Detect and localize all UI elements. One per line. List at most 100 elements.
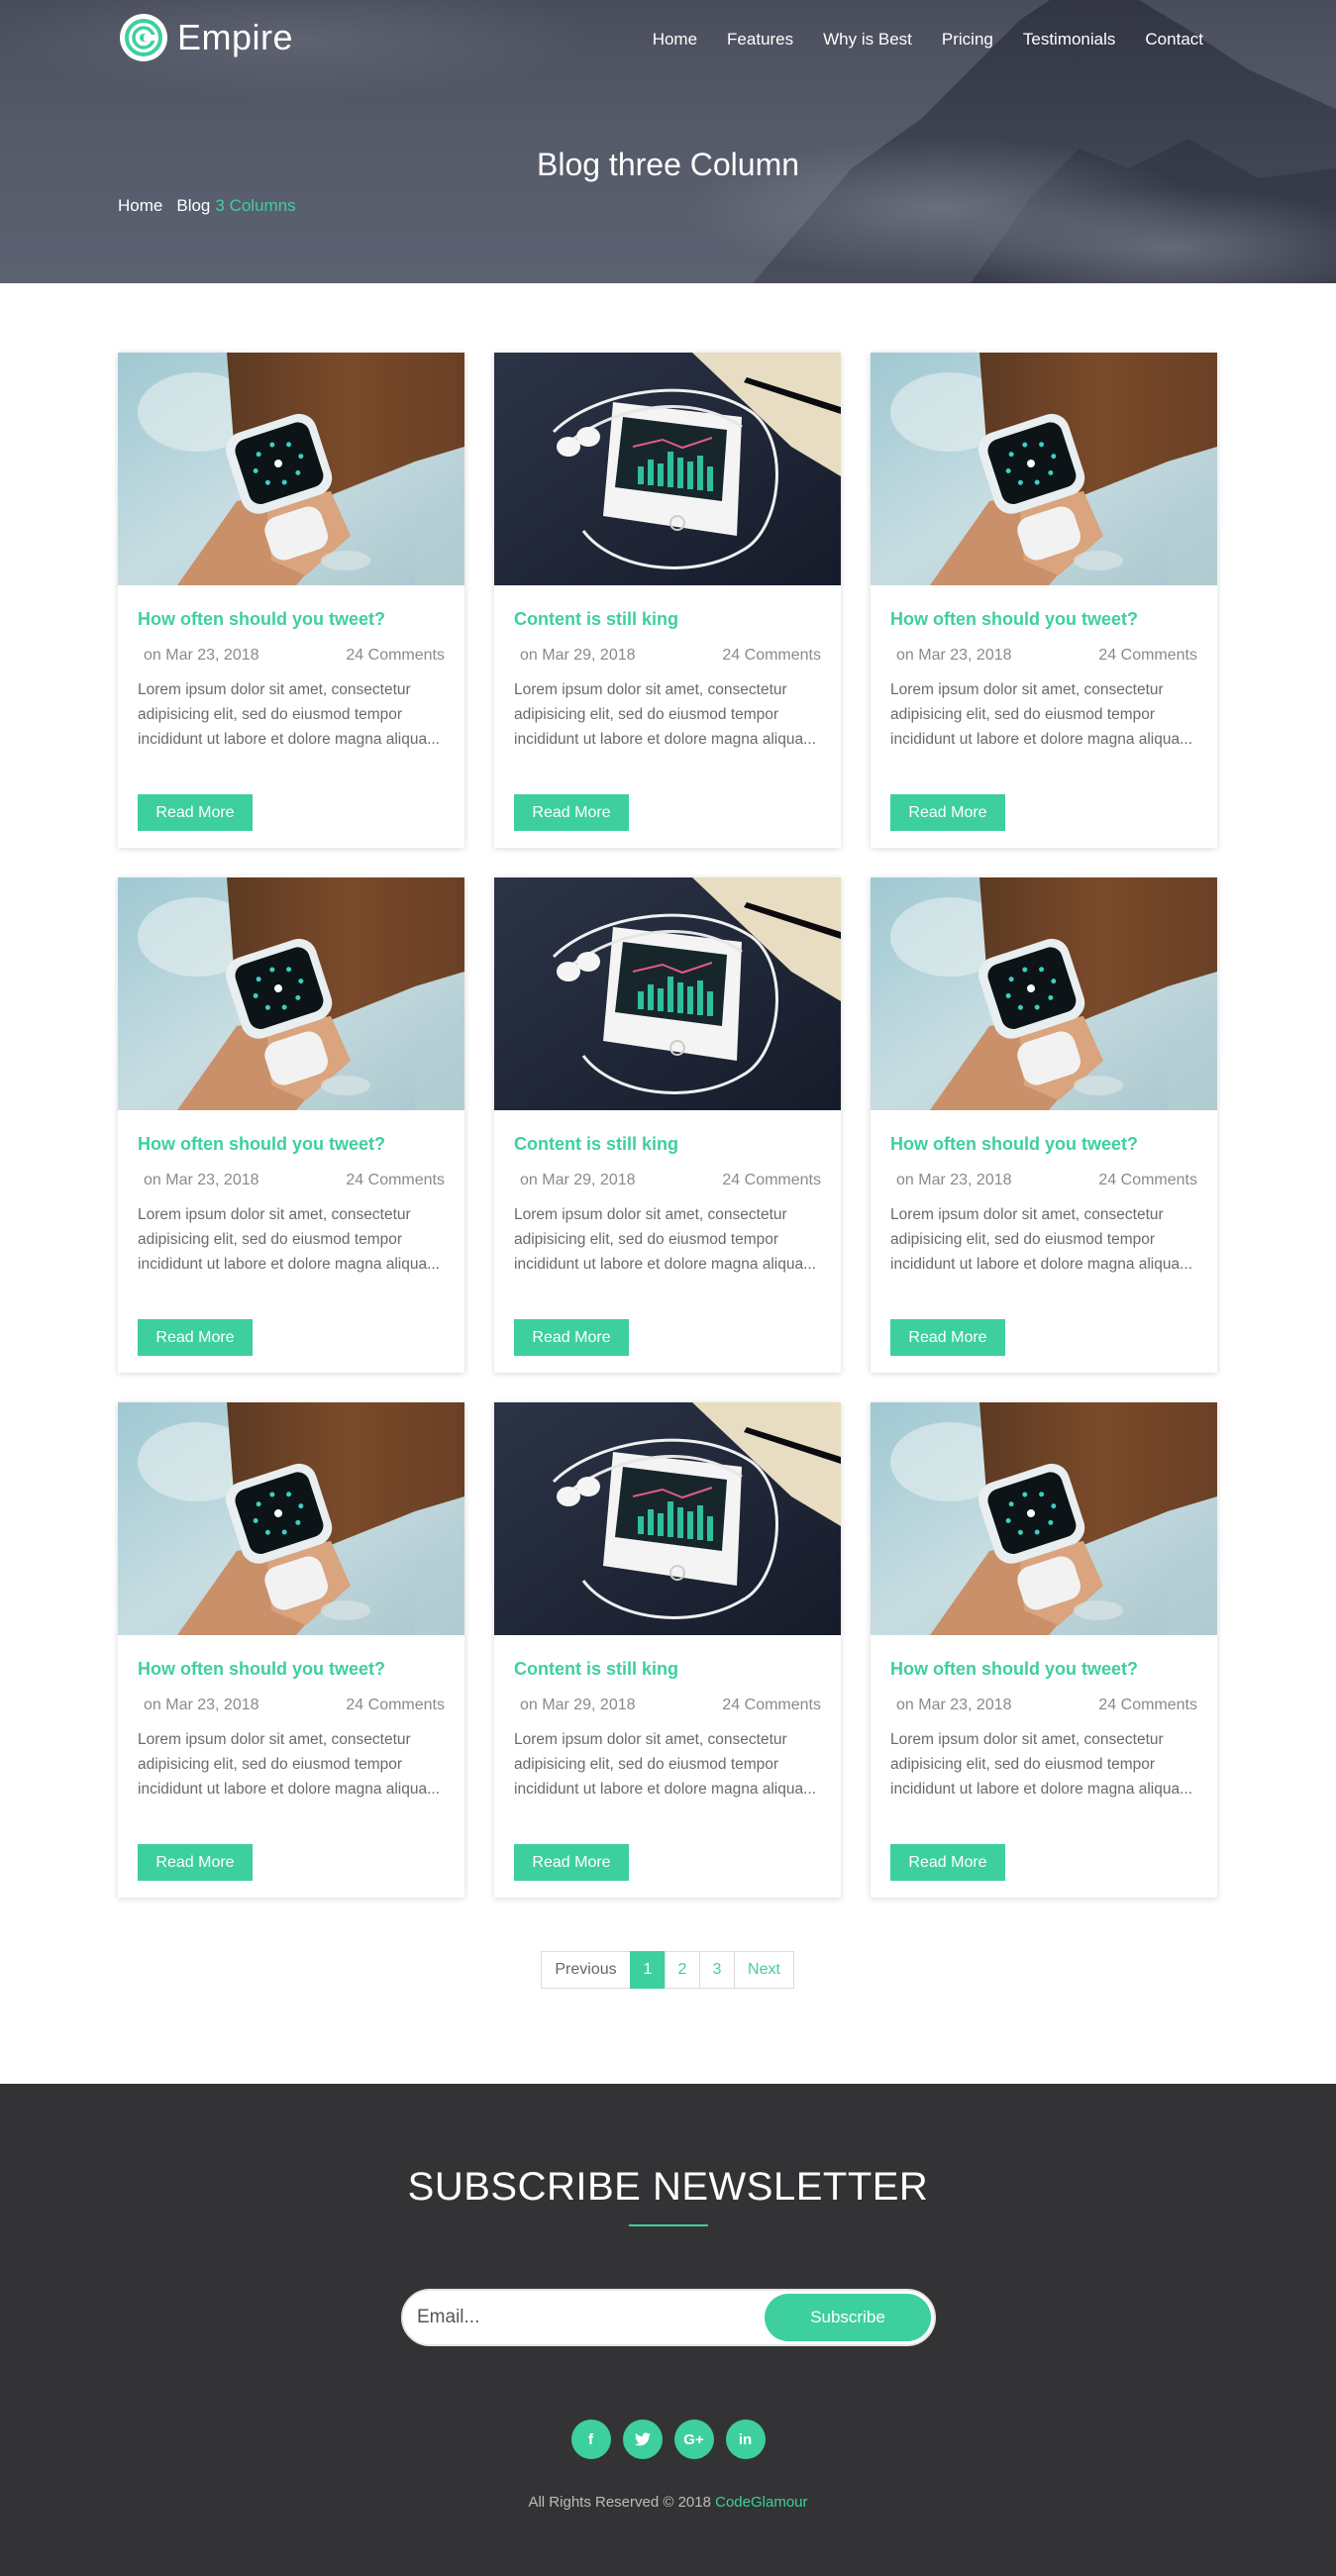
post-excerpt: Lorem ipsum dolor sit amet, consectetur … <box>138 681 441 748</box>
read-more-button[interactable]: Read More <box>514 794 629 831</box>
newsletter-form: Subscribe <box>401 2289 936 2346</box>
blog-card: How often should you tweet? on Mar 23, 2… <box>118 1402 464 1898</box>
post-title-link[interactable]: How often should you tweet? <box>138 1134 445 1155</box>
brand-name: Empire <box>177 17 294 57</box>
post-excerpt: Lorem ipsum dolor sit amet, consectetur … <box>514 1206 817 1273</box>
post-title-link[interactable]: How often should you tweet? <box>890 1659 1197 1680</box>
read-more-button[interactable]: Read More <box>138 1319 253 1356</box>
nav-features[interactable]: Features <box>727 30 793 50</box>
card-body: Content is still king on Mar 29, 2018 24… <box>494 609 841 831</box>
facebook-icon[interactable]: f <box>570 2420 611 2459</box>
post-excerpt: Lorem ipsum dolor sit amet, consectetur … <box>514 681 817 748</box>
read-more-button[interactable]: Read More <box>138 794 253 831</box>
post-meta: on Mar 23, 2018 24 Comments <box>890 1697 1197 1714</box>
card-body: How often should you tweet? on Mar 23, 2… <box>118 1134 464 1356</box>
pagination-next[interactable]: Next <box>734 1951 794 1989</box>
breadcrumb-home[interactable]: Home <box>118 196 162 216</box>
blog-card: How often should you tweet? on Mar 23, 2… <box>118 877 464 1373</box>
post-title-link[interactable]: How often should you tweet? <box>890 1134 1197 1155</box>
pagination-previous[interactable]: Previous <box>541 1951 631 1989</box>
post-excerpt: Lorem ipsum dolor sit amet, consectetur … <box>890 1206 1193 1273</box>
twitter-icon[interactable] <box>622 2420 663 2459</box>
email-input[interactable] <box>417 2291 744 2344</box>
read-more-button[interactable]: Read More <box>138 1844 253 1881</box>
post-meta: on Mar 23, 2018 24 Comments <box>890 647 1197 665</box>
read-more-button[interactable]: Read More <box>890 1319 1005 1356</box>
smartwatch-image[interactable] <box>118 353 464 585</box>
post-date: on Mar 23, 2018 <box>144 1172 259 1188</box>
blog-card: Content is still king on Mar 29, 2018 24… <box>494 353 841 848</box>
post-comments[interactable]: 24 Comments <box>1098 1697 1197 1714</box>
post-date: on Mar 29, 2018 <box>520 1697 636 1713</box>
smartwatch-image[interactable] <box>118 1402 464 1635</box>
card-body: How often should you tweet? on Mar 23, 2… <box>871 1659 1217 1881</box>
footer: SUBSCRIBE NEWSLETTER Subscribe f G+ in A… <box>0 2084 1336 2576</box>
post-date: on Mar 23, 2018 <box>896 1697 1012 1713</box>
post-excerpt: Lorem ipsum dolor sit amet, consectetur … <box>514 1731 817 1798</box>
social-links: f G+ in <box>0 2420 1336 2459</box>
post-date: on Mar 23, 2018 <box>144 1697 259 1713</box>
post-date: on Mar 23, 2018 <box>896 647 1012 664</box>
blog-card: Content is still king on Mar 29, 2018 24… <box>494 877 841 1373</box>
brand-logo[interactable]: Empire <box>120 14 293 61</box>
nav-contact[interactable]: Contact <box>1145 30 1203 50</box>
page-title: Blog three Column <box>536 147 800 182</box>
post-title-link[interactable]: How often should you tweet? <box>890 609 1197 630</box>
nav-home[interactable]: Home <box>653 30 697 50</box>
post-comments[interactable]: 24 Comments <box>1098 647 1197 665</box>
phone-image[interactable] <box>494 877 841 1110</box>
hero-header: Empire Home Features Why is Best Pricing… <box>0 0 1336 283</box>
nav-pricing[interactable]: Pricing <box>942 30 993 50</box>
blog-card: How often should you tweet? on Mar 23, 2… <box>871 877 1217 1373</box>
post-title-link[interactable]: Content is still king <box>514 609 821 630</box>
newsletter-title: SUBSCRIBE NEWSLETTER <box>407 2165 929 2209</box>
post-comments[interactable]: 24 Comments <box>346 1697 445 1714</box>
post-comments[interactable]: 24 Comments <box>722 647 821 665</box>
post-title-link[interactable]: Content is still king <box>514 1659 821 1680</box>
post-meta: on Mar 29, 2018 24 Comments <box>514 647 821 665</box>
smartwatch-image[interactable] <box>871 353 1217 585</box>
pagination-page-3[interactable]: 3 <box>699 1951 735 1989</box>
phone-image[interactable] <box>494 353 841 585</box>
post-comments[interactable]: 24 Comments <box>722 1697 821 1714</box>
post-meta: on Mar 29, 2018 24 Comments <box>514 1697 821 1714</box>
post-meta: on Mar 23, 2018 24 Comments <box>890 1172 1197 1189</box>
linkedin-icon[interactable]: in <box>725 2420 766 2459</box>
subscribe-button[interactable]: Subscribe <box>765 2294 931 2341</box>
post-date: on Mar 23, 2018 <box>144 647 259 664</box>
title-underline <box>629 2224 708 2226</box>
read-more-button[interactable]: Read More <box>514 1319 629 1356</box>
post-title-link[interactable]: Content is still king <box>514 1134 821 1155</box>
blog-card: Content is still king on Mar 29, 2018 24… <box>494 1402 841 1898</box>
post-meta: on Mar 23, 2018 24 Comments <box>138 1697 445 1714</box>
post-excerpt: Lorem ipsum dolor sit amet, consectetur … <box>138 1731 441 1798</box>
smartwatch-image[interactable] <box>118 877 464 1110</box>
read-more-button[interactable]: Read More <box>514 1844 629 1881</box>
nav-testimonials[interactable]: Testimonials <box>1023 30 1116 50</box>
post-comments[interactable]: 24 Comments <box>722 1172 821 1189</box>
post-excerpt: Lorem ipsum dolor sit amet, consectetur … <box>890 1731 1193 1798</box>
card-body: How often should you tweet? on Mar 23, 2… <box>871 1134 1217 1356</box>
post-excerpt: Lorem ipsum dolor sit amet, consectetur … <box>890 681 1193 748</box>
post-title-link[interactable]: How often should you tweet? <box>138 609 445 630</box>
read-more-button[interactable]: Read More <box>890 794 1005 831</box>
post-comments[interactable]: 24 Comments <box>1098 1172 1197 1189</box>
pagination-page-1[interactable]: 1 <box>630 1951 666 1989</box>
post-excerpt: Lorem ipsum dolor sit amet, consectetur … <box>138 1206 441 1273</box>
nav-why-is-best[interactable]: Why is Best <box>823 30 912 50</box>
post-comments[interactable]: 24 Comments <box>346 1172 445 1189</box>
phone-image[interactable] <box>494 1402 841 1635</box>
pagination-page-2[interactable]: 2 <box>665 1951 700 1989</box>
blog-card: How often should you tweet? on Mar 23, 2… <box>118 353 464 848</box>
footer-brand-link[interactable]: CodeGlamour <box>715 2494 807 2511</box>
google-plus-icon[interactable]: G+ <box>673 2420 714 2459</box>
post-comments[interactable]: 24 Comments <box>346 647 445 665</box>
read-more-button[interactable]: Read More <box>890 1844 1005 1881</box>
breadcrumb-blog[interactable]: Blog <box>176 196 210 216</box>
post-title-link[interactable]: How often should you tweet? <box>138 1659 445 1680</box>
smartwatch-image[interactable] <box>871 1402 1217 1635</box>
post-meta: on Mar 23, 2018 24 Comments <box>138 1172 445 1189</box>
smartwatch-image[interactable] <box>871 877 1217 1110</box>
breadcrumb: Home Blog 3 Columns <box>118 196 296 216</box>
copyright-text: All Rights Reserved © 2018 <box>528 2494 711 2511</box>
